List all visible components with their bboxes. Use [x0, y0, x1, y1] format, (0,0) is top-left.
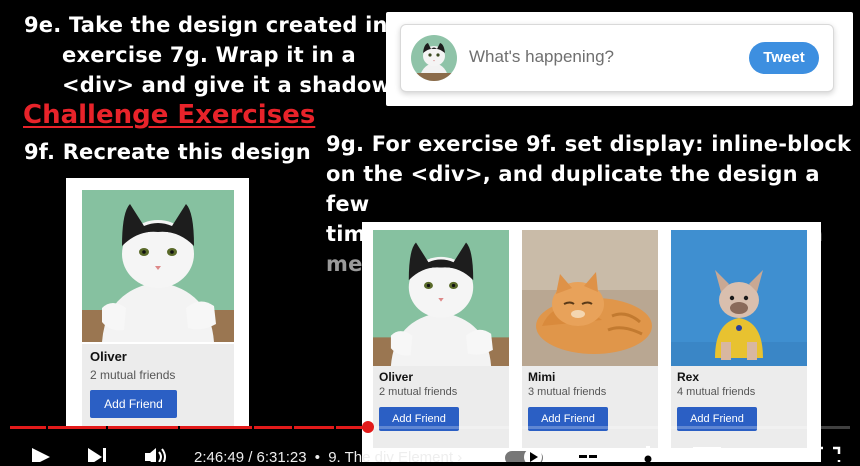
subtitles-icon — [575, 449, 601, 462]
fullscreen-icon — [815, 446, 841, 462]
friend-card-rex: Rex 4 mutual friends Add Friend — [671, 230, 807, 448]
next-button[interactable] — [86, 446, 108, 462]
tweet-box: What's happening? Tweet — [400, 24, 834, 92]
chapter-marker — [106, 426, 108, 429]
card-info-panel: Oliver 2 mutual friends Add Friend — [82, 344, 234, 428]
dog-photo — [671, 230, 807, 366]
tweet-button[interactable]: Tweet — [749, 42, 819, 74]
miniplayer-icon — [693, 447, 721, 462]
chapter-marker — [46, 426, 48, 429]
exercise-9f-text: 9f. Recreate this design — [24, 140, 311, 164]
settings-button[interactable] — [635, 446, 661, 462]
orange-cat-photo — [522, 230, 658, 366]
card-info-panel: Mimi 3 mutual friends Add Friend — [522, 366, 658, 448]
play-icon — [32, 448, 50, 462]
friend-name: Rex — [677, 370, 700, 384]
friend-card-single: Oliver 2 mutual friends Add Friend — [66, 178, 249, 428]
scrubber-handle[interactable] — [361, 421, 374, 433]
card-info-panel: Oliver 2 mutual friends Add Friend — [373, 366, 509, 448]
chapter-marker — [252, 426, 254, 429]
time-display: 2:46:49 / 6:31:23 — [194, 449, 307, 466]
cat-avatar-icon — [411, 35, 457, 81]
play-button[interactable] — [30, 446, 52, 462]
theater-mode-icon — [752, 448, 784, 462]
gear-icon — [635, 446, 661, 462]
miniplayer-button[interactable] — [692, 446, 722, 462]
friend-card-oliver: Oliver 2 mutual friends Add Friend — [373, 230, 509, 448]
friend-name: Oliver — [90, 349, 127, 364]
volume-button[interactable] — [143, 446, 169, 462]
exercise-9g-line-1: 9g. For exercise 9f. set display: inline… — [326, 132, 852, 156]
volume-icon — [145, 448, 166, 462]
separator: • — [314, 449, 321, 466]
avatar — [411, 35, 457, 81]
chapter-marker — [292, 426, 294, 429]
progress-bar-played[interactable] — [10, 426, 368, 429]
fullscreen-button[interactable] — [815, 446, 841, 462]
autoplay-toggle[interactable] — [503, 446, 547, 462]
autoplay-toggle-icon — [505, 448, 543, 462]
exercise-9e-line-2: exercise 7g. Wrap it in a — [62, 43, 356, 67]
friend-card-mimi: Mimi 3 mutual friends Add Friend — [522, 230, 658, 448]
tweet-design-preview: What's happening? Tweet — [386, 12, 853, 106]
mutual-friends: 2 mutual friends — [90, 368, 176, 382]
tweet-input[interactable]: What's happening? — [469, 47, 614, 67]
subtitles-button[interactable] — [574, 446, 602, 462]
friend-name: Oliver — [379, 370, 414, 384]
friend-name: Mimi — [528, 370, 556, 384]
exercise-9g-line-2: on the <div>, and duplicate the design a… — [326, 162, 820, 216]
time-and-chapter: 2:46:49 / 6:31:23 • 9. The div Element › — [194, 449, 462, 466]
challenge-heading: Challenge Exercises — [23, 100, 316, 130]
exercise-9e-line-1: 9e. Take the design created in — [24, 13, 388, 37]
chevron-right-icon[interactable]: › — [457, 449, 462, 466]
cat-photo — [82, 190, 234, 342]
theater-mode-button[interactable] — [751, 446, 785, 462]
mutual-friends: 3 mutual friends — [528, 386, 607, 398]
chapter-marker — [178, 426, 180, 429]
chapter-marker — [334, 426, 336, 429]
mutual-friends: 4 mutual friends — [677, 386, 756, 398]
chapter-title[interactable]: 9. The div Element — [328, 449, 453, 466]
exercise-9e-line-3: <div> and give it a shadow — [62, 73, 392, 97]
cat-photo — [373, 230, 509, 366]
mutual-friends: 2 mutual friends — [379, 386, 458, 398]
skip-next-icon — [88, 448, 106, 462]
exercise-9e-text: 9e. Take the design created in exercise … — [24, 10, 391, 100]
add-friend-button[interactable]: Add Friend — [90, 390, 177, 418]
card-info-panel: Rex 4 mutual friends Add Friend — [671, 366, 807, 448]
